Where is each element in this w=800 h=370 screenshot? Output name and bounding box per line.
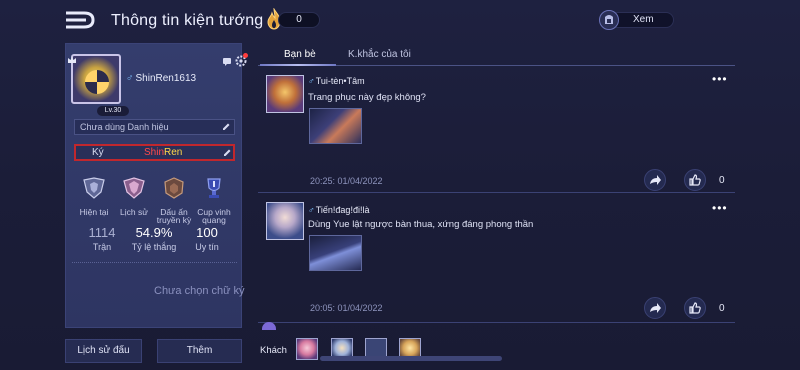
feed-post: ♂Tui-tèn•Tâm ••• Trang phục này đẹp khôn… [258, 70, 735, 193]
level-badge: Lv.30 [97, 106, 129, 116]
like-button[interactable] [684, 169, 706, 191]
guests-label: Khách [260, 345, 287, 356]
pencil-icon [223, 123, 230, 130]
page-title: Thông tin kiện tướng [111, 12, 264, 29]
post-image[interactable] [309, 235, 362, 271]
notification-dot [243, 53, 248, 58]
rank-label: Cup vinh quang [197, 207, 231, 225]
like-count: 0 [719, 175, 725, 186]
share-button[interactable] [644, 297, 666, 319]
stat-label: Trận [92, 242, 112, 252]
view-button[interactable]: Xem [610, 12, 674, 28]
male-icon: ♂ [308, 76, 315, 86]
post-author[interactable]: ♂Tiến!đag!đi!là [308, 205, 369, 215]
trophy-icon [207, 178, 221, 198]
no-signature-text: Chưa chọn chữ ký [154, 285, 245, 297]
post-text: Trang phục này đẹp không? [308, 92, 426, 103]
rank-badge-icon [123, 177, 145, 199]
signature-label: Ký [92, 147, 104, 158]
currency-counter: 0 [278, 12, 320, 28]
post-image[interactable] [309, 108, 362, 144]
title-field[interactable]: Chưa dùng Danh hiệu [74, 119, 235, 135]
tab-active-indicator [260, 64, 336, 66]
signature-name: ShinRen [144, 147, 183, 158]
header: Thông tin kiện tướng 0 Xem [0, 0, 800, 44]
rank-legend-mark[interactable]: Dấu ấn truyền kỳ [154, 176, 194, 224]
share-icon [650, 303, 661, 313]
rank-label: Hiện tại [79, 207, 109, 217]
stat-label: Uy tín [195, 242, 219, 252]
rank-badge-icon [164, 177, 184, 199]
rank-row: Hiện tại Lịch sử Dấu ấn truyền kỳ Cup vi… [66, 176, 243, 224]
stat-matches: 1114 Trận [77, 225, 127, 252]
rank-history[interactable]: Lịch sử [114, 176, 154, 216]
thumbs-up-icon [689, 174, 701, 186]
scrollbar[interactable] [320, 356, 502, 361]
chat-icon[interactable] [222, 57, 232, 67]
profile-card: Lv.30 ♂ ShinRen1613 Chưa dùng Danh hiệu K… [65, 43, 248, 328]
guest-avatar[interactable] [296, 338, 318, 360]
male-icon: ♂ [308, 205, 315, 215]
share-icon [650, 175, 661, 185]
post-avatar[interactable] [266, 202, 304, 240]
back-arrow-icon[interactable] [62, 9, 98, 31]
thumbs-up-icon [689, 302, 701, 314]
avatar[interactable]: Lv.30 [71, 54, 129, 116]
more-button[interactable]: Thêm [157, 339, 242, 363]
hero-icon[interactable] [599, 10, 619, 30]
post-divider [258, 322, 735, 323]
partial-avatar [262, 322, 276, 330]
stat-winrate: 54.9% Tỷ lệ thắng [129, 225, 179, 252]
view-label: Xem [633, 14, 654, 25]
avatar-emblem-icon [85, 70, 109, 94]
stat-value: 1114 [88, 225, 116, 240]
post-timestamp: 20:25: 01/04/2022 [310, 176, 383, 186]
divider [72, 262, 237, 263]
share-button[interactable] [644, 169, 666, 191]
tab-friends[interactable]: Bạn bè [284, 49, 316, 60]
rank-glory-cup[interactable]: Cup vinh quang [194, 176, 234, 224]
stat-label: Tỷ lệ thắng [131, 242, 177, 252]
crown-icon [68, 57, 76, 63]
feed-post: ♂Tiến!đag!đi!là ••• Dùng Yue lật ngược b… [258, 193, 735, 323]
signature-field[interactable]: Ký ShinRen [74, 144, 235, 161]
stat-value: 100 [196, 225, 218, 240]
pencil-icon [224, 149, 231, 156]
post-timestamp: 20:05: 01/04/2022 [310, 303, 383, 313]
rank-label: Lịch sử [120, 207, 148, 217]
tab-my-moments[interactable]: K.khắc của tôi [348, 49, 411, 60]
feed-tabs: Bạn bè K.khắc của tôi [258, 40, 735, 68]
like-button[interactable] [684, 297, 706, 319]
match-history-button[interactable]: Lịch sử đấu [65, 339, 142, 363]
like-count: 0 [719, 303, 725, 314]
rank-badge-icon [83, 177, 105, 199]
rank-current[interactable]: Hiện tại [74, 176, 114, 216]
title-placeholder: Chưa dùng Danh hiệu [80, 122, 169, 132]
more-options-icon[interactable]: ••• [712, 72, 728, 86]
more-options-icon[interactable]: ••• [712, 201, 728, 215]
stat-value: 54.9% [135, 225, 173, 240]
male-icon: ♂ [126, 73, 134, 84]
post-avatar[interactable] [266, 75, 304, 113]
username-text: ShinRen1613 [135, 73, 197, 84]
rank-label: Dấu ấn truyền kỳ [156, 207, 192, 225]
username: ♂ ShinRen1613 [126, 73, 196, 84]
post-author[interactable]: ♂Tui-tèn•Tâm [308, 76, 365, 86]
post-text: Dùng Yue lật ngược bàn thua, xứng đáng p… [308, 219, 534, 230]
stat-reputation: 100 Uy tín [182, 225, 232, 252]
